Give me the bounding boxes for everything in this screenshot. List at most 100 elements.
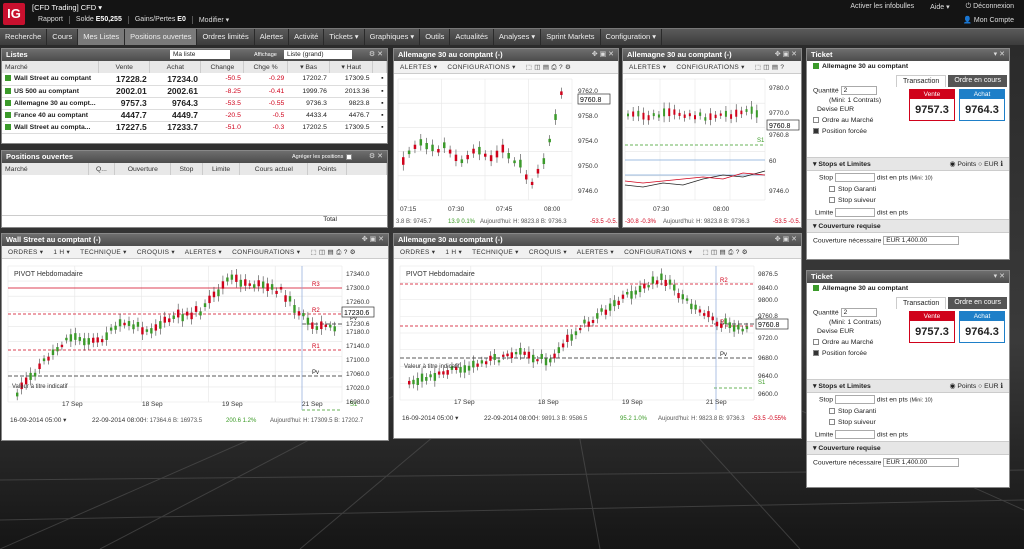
nav-mes-listes[interactable]: Mes Listes [78, 29, 126, 45]
window-controls[interactable]: ▾ ✕ [994, 271, 1005, 283]
row-menu-icon[interactable]: ▪ [372, 97, 387, 110]
nav-configuration[interactable]: Configuration ▾ [601, 29, 663, 45]
technique-menu[interactable]: TECHNIQUE ▾ [472, 249, 519, 256]
quantity-stepper[interactable]: 2 [840, 308, 877, 317]
candle [419, 139, 423, 146]
window-controls[interactable]: ✥ ▣ ✕ [775, 234, 797, 246]
ordres-menu[interactable]: ORDRES ▾ [8, 249, 43, 256]
info-icon[interactable]: ℹ [1000, 161, 1003, 168]
nav-analyses[interactable]: Analyses ▾ [494, 29, 542, 45]
croquis-menu[interactable]: CROQUIS ▾ [137, 249, 175, 256]
croquis-menu[interactable]: CROQUIS ▾ [529, 249, 567, 256]
account-selector[interactable]: [CFD Trading] CFD ▾ [32, 3, 102, 12]
status-hb: H: 17364.6 B: 16973.5 [142, 418, 203, 424]
toolbar-icons[interactable]: ⬚ ◫ ▤ ⎙ ? ⚙ [702, 249, 747, 256]
nav-cours[interactable]: Cours [47, 29, 79, 45]
ordres-menu[interactable]: ORDRES ▾ [400, 249, 435, 256]
configurations-menu[interactable]: CONFIGURATIONS ▾ [447, 64, 515, 71]
devise-value[interactable]: EUR [840, 106, 854, 113]
chart-panel-bm: Allemagne 30 au comptant (-) ✥ ▣ ✕ ORDRES… [393, 233, 802, 439]
period-menu[interactable]: 1 H ▾ [445, 249, 462, 256]
eur-radio[interactable]: ○ [978, 383, 982, 390]
table-row[interactable]: Wall Street au compta... 17227.5 17233.7 … [2, 121, 387, 134]
infobulles-toggle[interactable]: Activer les infobulles [850, 3, 914, 11]
row-menu-icon[interactable]: ▪ [372, 109, 387, 122]
nav-tickets[interactable]: Tickets ▾ [324, 29, 365, 45]
window-controls[interactable]: ✥ ▣ ✕ [592, 49, 614, 61]
stop-garanti-checkbox[interactable] [829, 408, 835, 415]
toolbar-icons[interactable]: ⬚ ◫ ▤ ? [755, 64, 785, 71]
nav-graphiques[interactable]: Graphiques ▾ [365, 29, 421, 45]
alertes-menu[interactable]: ALERTES ▾ [185, 249, 222, 256]
stops-section[interactable]: ▾ Stops et Limites ◉ Points ○ EUR ℹ [807, 379, 1009, 393]
nav-outils[interactable]: Outils [420, 29, 451, 45]
configurations-menu[interactable]: CONFIGURATIONS ▾ [624, 249, 692, 256]
points-radio[interactable]: ◉ [950, 383, 956, 390]
ordre-marche-checkbox[interactable] [813, 117, 819, 124]
devise-value[interactable]: EUR [840, 328, 854, 335]
sell-button[interactable]: Vente 9757.3 [909, 311, 955, 343]
quantity-stepper[interactable]: 2 [840, 86, 877, 95]
table-row[interactable]: France 40 au comptant 4447.7 4449.7 -20.5… [2, 109, 387, 122]
deconnexion-link[interactable]: ⏻ Déconnexion [966, 3, 1014, 11]
row-menu-icon[interactable]: ▪ [372, 73, 387, 86]
nav-ordres-limites[interactable]: Ordres limités [197, 29, 255, 45]
alertes-menu[interactable]: ALERTES ▾ [629, 64, 666, 71]
period-menu[interactable]: 1 H ▾ [53, 249, 70, 256]
window-controls[interactable]: ✥ ▣ ✕ [362, 234, 384, 246]
hourly-chart[interactable]: PIVOT HebdomadaireR3R2R1PvPvS117340.0173… [2, 260, 389, 441]
nav-positions-ouvertes[interactable]: Positions ouvertes [125, 29, 198, 45]
buy-button[interactable]: Achat 9764.3 [959, 89, 1005, 121]
table-row[interactable]: Allemagne 30 au compt... 9757.3 9764.3 -5… [2, 97, 387, 110]
aide-menu[interactable]: Aide ▾ [930, 3, 949, 11]
toolbar-icons[interactable]: ⬚ ◫ ▤ ⎙ ? ⚙ [526, 64, 571, 71]
toolbar-icons[interactable]: ⬚ ◫ ▤ ⎙ ? ⚙ [310, 249, 355, 256]
agreger-checkbox[interactable] [346, 154, 352, 160]
nav-actualites[interactable]: Actualités [450, 29, 494, 45]
panel-controls[interactable]: ⚙ ✕ [369, 49, 383, 61]
alertes-menu[interactable]: ALERTES ▾ [400, 64, 437, 71]
liste-select[interactable]: Ma liste [170, 50, 230, 59]
modifier-button[interactable]: Modifier ▾ [193, 16, 235, 24]
intraday-chart[interactable]: 9762.09758.09754.09750.09746.09760.807:1… [394, 75, 619, 228]
configurations-menu[interactable]: CONFIGURATIONS ▾ [676, 64, 744, 71]
mon-compte-link[interactable]: 👤 Mon Compte [963, 16, 1014, 24]
buy-button[interactable]: Achat 9764.3 [959, 311, 1005, 343]
limite-input[interactable] [835, 430, 876, 439]
nav-activite[interactable]: Activité [289, 29, 325, 45]
hourly-chart[interactable]: PIVOT HebdomadaireR2R1PvPvS19876.59840.0… [394, 260, 802, 439]
couverture-section[interactable]: ▾ Couverture requise [807, 219, 1009, 233]
stop-suiveur-checkbox[interactable] [829, 419, 835, 426]
couverture-value: EUR 1,400.00 [883, 236, 960, 245]
limite-input[interactable] [835, 208, 876, 217]
indicator-chart[interactable]: S1 9780.0 9770.0 9760.8 60 9746.0 9760.8 07:30 0… [623, 75, 802, 228]
nav-sprint-markets[interactable]: Sprint Markets [541, 29, 601, 45]
alertes-menu[interactable]: ALERTES ▾ [577, 249, 614, 256]
stop-garanti-checkbox[interactable] [829, 186, 835, 193]
ordre-marche-checkbox[interactable] [813, 339, 819, 346]
position-forcee-checkbox[interactable] [813, 350, 819, 357]
stop-input[interactable] [834, 173, 875, 182]
points-radio[interactable]: ◉ [950, 161, 956, 168]
technique-menu[interactable]: TECHNIQUE ▾ [80, 249, 127, 256]
sell-button[interactable]: Vente 9757.3 [909, 89, 955, 121]
info-icon[interactable]: ℹ [1000, 383, 1003, 390]
couverture-section[interactable]: ▾ Couverture requise [807, 441, 1009, 455]
window-controls[interactable]: ✥ ▣ ✕ [775, 49, 797, 61]
configurations-menu[interactable]: CONFIGURATIONS ▾ [232, 249, 300, 256]
stop-suiveur-checkbox[interactable] [829, 197, 835, 204]
affichage-select[interactable]: Liste (grand) [284, 50, 352, 59]
stops-section[interactable]: ▾ Stops et Limites ◉ Points ○ EUR ℹ [807, 157, 1009, 171]
position-forcee-checkbox[interactable] [813, 128, 819, 135]
window-controls[interactable]: ▾ ✕ [994, 49, 1005, 61]
stop-input[interactable] [834, 395, 875, 404]
table-row[interactable]: Wall Street au comptant 17228.2 17234.0 -… [2, 73, 387, 86]
rapport-link[interactable]: Rapport [32, 16, 70, 24]
eur-radio[interactable]: ○ [978, 161, 982, 168]
row-menu-icon[interactable]: ▪ [372, 121, 387, 134]
nav-recherche[interactable]: Recherche [0, 29, 48, 45]
row-menu-icon[interactable]: ▪ [372, 85, 387, 98]
nav-alertes[interactable]: Alertes [255, 29, 290, 45]
table-row[interactable]: US 500 au comptant 2002.01 2002.61 -8.25-… [2, 85, 387, 98]
panel-controls[interactable]: ⚙ ✕ [369, 151, 383, 163]
